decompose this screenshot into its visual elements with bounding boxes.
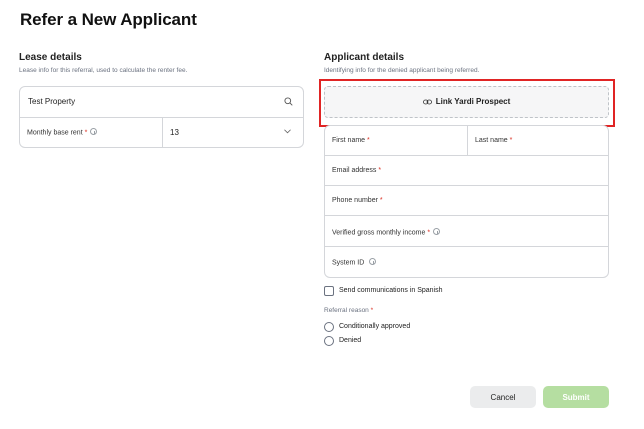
page-title: Refer a New Applicant (20, 10, 197, 29)
link-yardi-prospect-button[interactable]: Link Yardi Prospect (324, 86, 609, 118)
applicant-section-title: Applicant details (324, 52, 405, 63)
info-icon (369, 258, 377, 265)
phone-field[interactable]: Phone number * (325, 186, 608, 216)
income-field[interactable]: Verified gross monthly income * (325, 217, 608, 247)
radio-label: Denied (339, 337, 362, 344)
first-name-label: First name * (332, 137, 370, 144)
radio-button[interactable] (324, 336, 334, 346)
lease-card: Test Property Monthly base rent * 13 (19, 86, 304, 148)
spanish-checkbox[interactable] (324, 286, 334, 296)
spanish-checkbox-label: Send communications in Spanish (339, 287, 443, 294)
system-id-label: System ID (332, 258, 377, 267)
lease-section-subtitle: Lease info for this referral, used to ca… (19, 67, 188, 74)
monthly-rent-row: Monthly base rent * 13 (20, 118, 303, 148)
last-name-field[interactable]: Last name * (468, 126, 608, 155)
property-value: Test Property (28, 97, 76, 106)
applicant-section-subtitle: Identifying info for the denied applican… (324, 67, 480, 74)
email-label: Email address * (332, 167, 382, 174)
chevron-down-icon (284, 129, 291, 134)
system-id-field[interactable]: System ID (325, 247, 608, 277)
info-icon (433, 228, 441, 235)
phone-label: Phone number * (332, 197, 383, 204)
first-name-field[interactable]: First name * (325, 126, 467, 155)
referral-reason-label: Referral reason * (324, 307, 374, 314)
monthly-rent-value: 13 (170, 128, 179, 137)
submit-button[interactable]: Submit (543, 386, 609, 408)
income-label: Verified gross monthly income * (332, 228, 441, 237)
name-row: First name * Last name * (325, 126, 608, 156)
link-icon (422, 99, 432, 105)
cancel-button[interactable]: Cancel (470, 386, 536, 408)
search-icon[interactable] (284, 97, 293, 106)
monthly-rent-label: Monthly base rent * (27, 128, 98, 137)
property-field[interactable]: Test Property (20, 87, 303, 118)
link-yardi-prospect-label: Link Yardi Prospect (435, 97, 511, 106)
monthly-rent-select[interactable]: 13 (163, 118, 303, 148)
radio-label: Conditionally approved (339, 323, 411, 330)
email-field[interactable]: Email address * (325, 156, 608, 186)
radio-button[interactable] (324, 322, 334, 332)
applicant-form: First name * Last name * Email address *… (324, 125, 609, 278)
last-name-label: Last name * (475, 137, 513, 144)
info-icon (90, 128, 98, 135)
lease-section-title: Lease details (19, 52, 82, 63)
